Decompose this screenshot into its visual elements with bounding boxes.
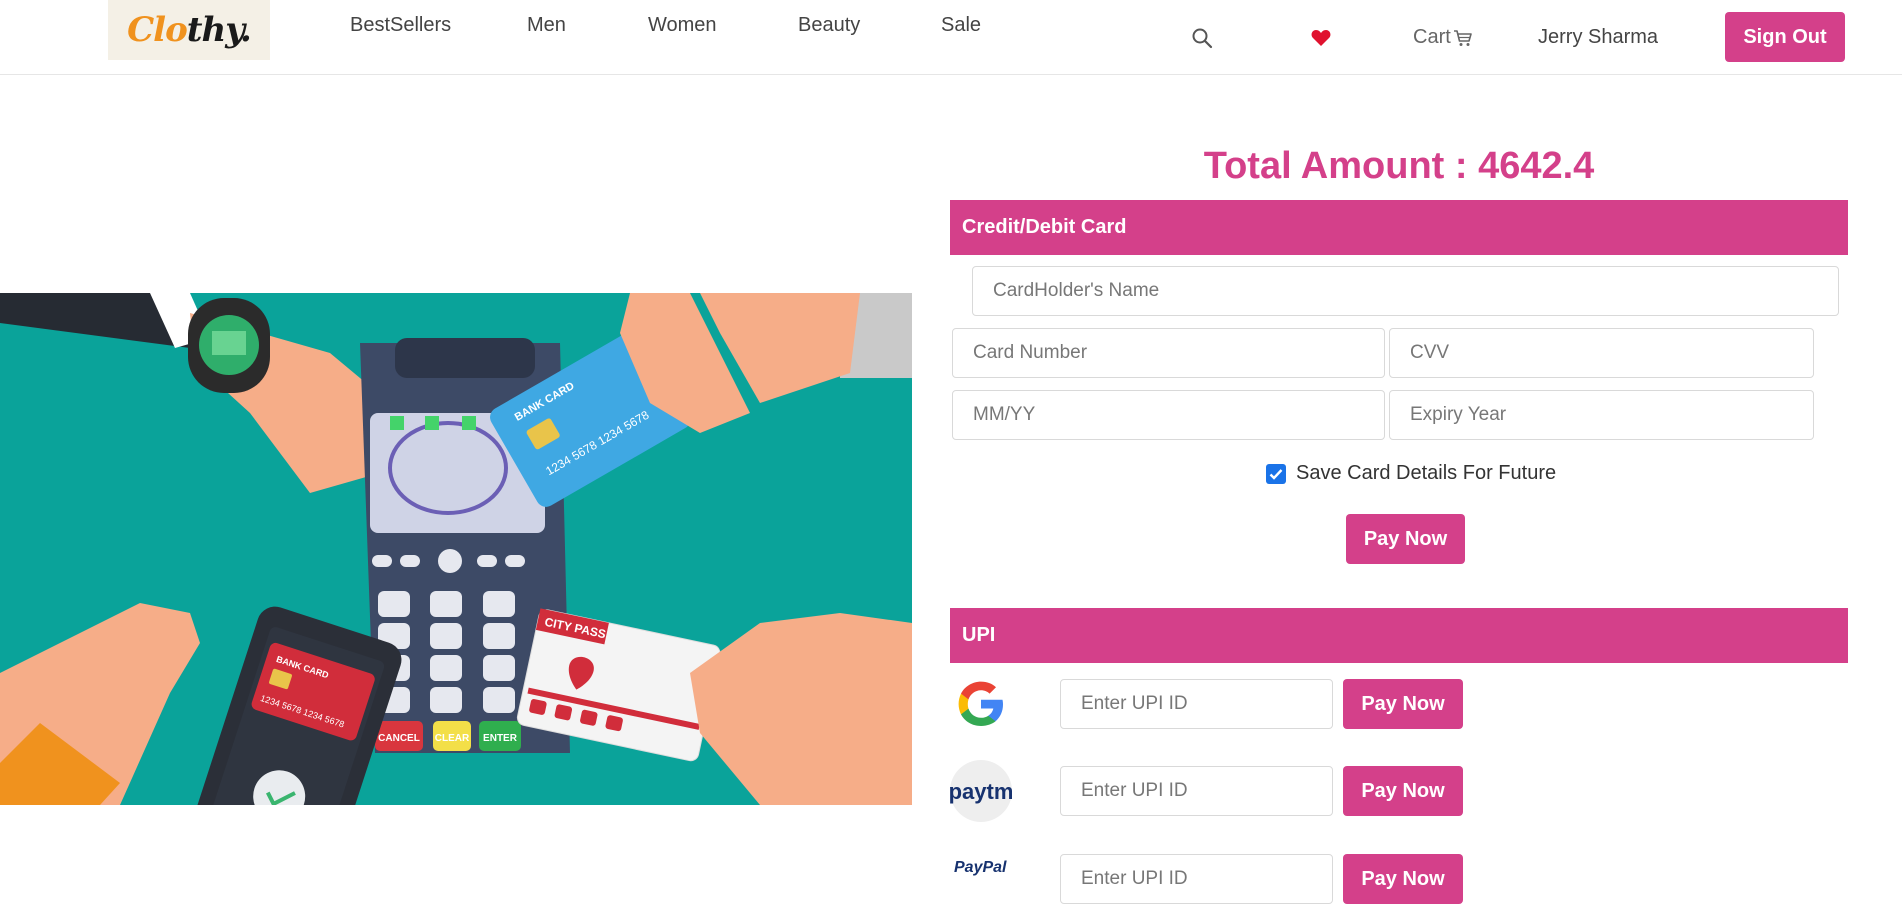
paytm-pay-now-button[interactable]: Pay Now [1343, 766, 1463, 816]
paytm-upi-input[interactable] [1060, 766, 1333, 816]
nav-men[interactable]: Men [527, 14, 566, 37]
nav-women[interactable]: Women [648, 14, 717, 37]
paypal-logo-icon: PayPal [950, 852, 1012, 914]
gpay-pay-now-button[interactable]: Pay Now [1343, 679, 1463, 729]
paypal-logo-text: PayPal [954, 859, 1007, 876]
terminal-clear-label: CLEAR [435, 733, 470, 744]
expiry-month-input[interactable] [952, 390, 1385, 440]
sign-out-button[interactable]: Sign Out [1725, 12, 1845, 62]
logo-text-dark: thy. [186, 10, 252, 50]
paytm-logo-text: paytm [950, 779, 1012, 804]
user-name[interactable]: Jerry Sharma [1538, 26, 1658, 49]
cart-link[interactable]: Cart [1413, 26, 1473, 49]
save-card-label: Save Card Details For Future [1296, 462, 1557, 484]
check-icon [1269, 468, 1283, 480]
cvv-input[interactable] [1389, 328, 1814, 378]
logo-text-orange: Clo [127, 10, 188, 50]
cart-icon [1453, 29, 1472, 46]
nav-beauty[interactable]: Beauty [798, 14, 860, 37]
card-section-header: Credit/Debit Card [950, 200, 1848, 255]
google-logo-icon [950, 673, 1012, 735]
nav-bestsellers[interactable]: BestSellers [350, 14, 451, 37]
upi-section-header: UPI [950, 608, 1848, 663]
nav-sale[interactable]: Sale [941, 14, 981, 37]
card-pay-now-button[interactable]: Pay Now [1346, 514, 1465, 564]
save-card-row: Save Card Details For Future [1266, 462, 1556, 485]
terminal-cancel-label: CANCEL [378, 733, 420, 744]
terminal-enter-label: ENTER [483, 733, 518, 744]
search-icon[interactable] [1191, 27, 1213, 54]
save-card-checkbox[interactable] [1266, 463, 1286, 484]
cart-label: Cart [1413, 26, 1451, 48]
expiry-year-input[interactable] [1389, 390, 1814, 440]
payment-illustration: CANCEL CLEAR ENTER BANK CARD 1234 5678 1… [0, 293, 912, 805]
paypal-pay-now-button[interactable]: Pay Now [1343, 854, 1463, 904]
paytm-logo-icon: paytm [949, 760, 1013, 822]
navbar: Clothy. BestSellers Men Women Beauty Sal… [0, 0, 1902, 75]
paypal-upi-input[interactable] [1060, 854, 1333, 904]
total-amount: Total Amount : 4642.4 [1203, 145, 1595, 187]
brand-logo[interactable]: Clothy. [108, 0, 270, 60]
cardholder-name-input[interactable] [972, 266, 1839, 316]
gpay-upi-input[interactable] [1060, 679, 1333, 729]
card-number-input[interactable] [952, 328, 1385, 378]
heart-icon[interactable] [1311, 29, 1331, 52]
